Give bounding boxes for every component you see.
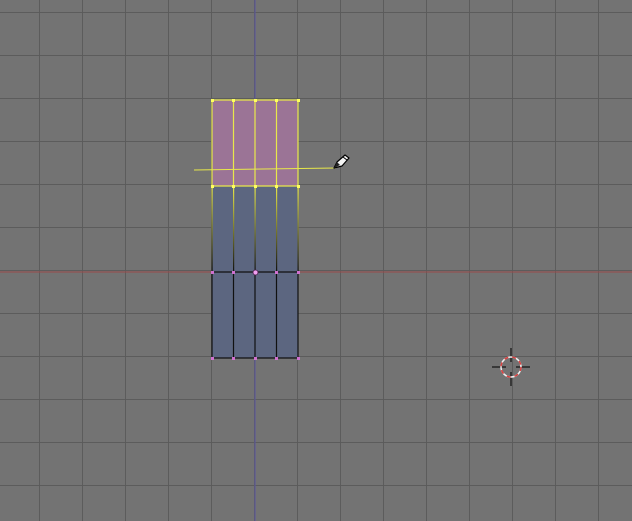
pen-cursor-icon — [333, 154, 350, 169]
mesh-object[interactable] — [211, 99, 300, 360]
3d-cursor-icon[interactable] — [492, 348, 530, 386]
viewport-canvas[interactable] — [0, 0, 632, 521]
object-origin[interactable] — [252, 269, 259, 276]
3d-viewport[interactable] — [0, 0, 632, 521]
